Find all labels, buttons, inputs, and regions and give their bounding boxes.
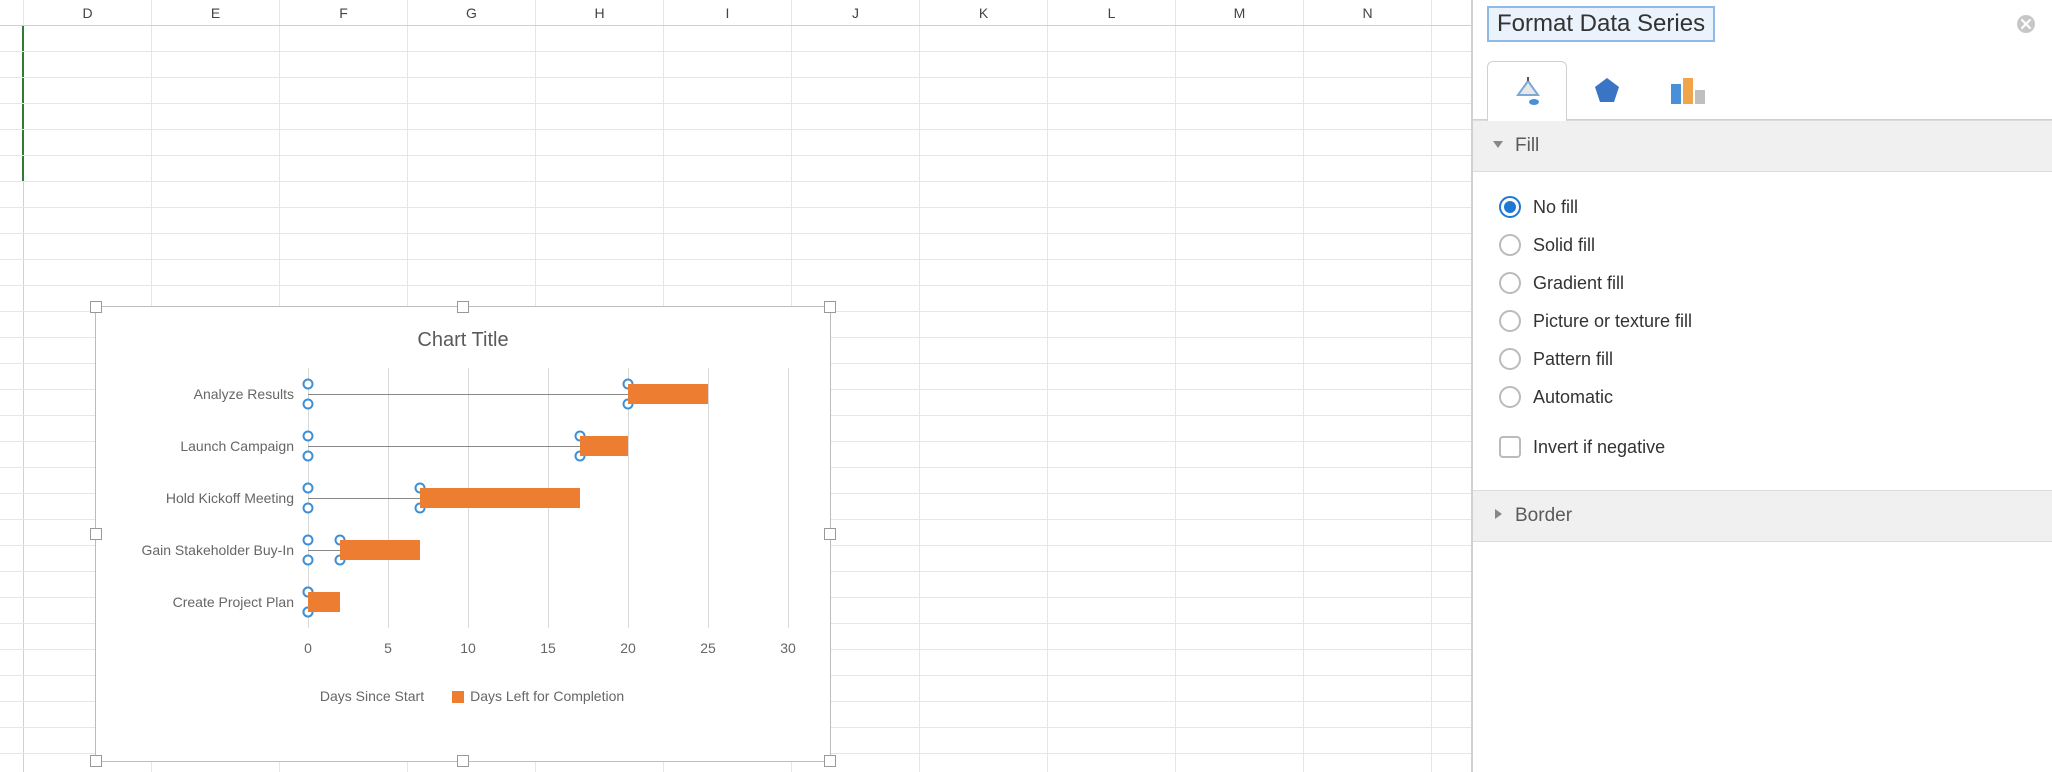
selection-point[interactable] xyxy=(303,483,314,494)
x-tick: 30 xyxy=(780,640,796,656)
fill-option[interactable]: Solid fill xyxy=(1499,226,2026,264)
col-header-L[interactable]: L xyxy=(1048,0,1176,25)
close-icon[interactable] xyxy=(2014,12,2038,36)
format-pane-header: Format Data Series xyxy=(1473,0,2052,54)
section-fill-header[interactable]: Fill xyxy=(1473,120,2052,172)
radio-icon xyxy=(1499,310,1521,332)
selection-point[interactable] xyxy=(303,399,314,410)
section-fill-label: Fill xyxy=(1515,135,1539,157)
fill-option-label: No fill xyxy=(1533,197,1578,218)
radio-icon xyxy=(1499,386,1521,408)
format-pane-title[interactable]: Format Data Series xyxy=(1487,6,1715,42)
y-axis-label: Hold Kickoff Meeting xyxy=(166,490,294,506)
fill-option[interactable]: Pattern fill xyxy=(1499,340,2026,378)
bar-segment[interactable] xyxy=(308,540,340,560)
x-tick: 15 xyxy=(540,640,556,656)
legend-swatch xyxy=(302,691,314,703)
col-header-K[interactable]: K xyxy=(920,0,1048,25)
legend-item[interactable]: Days Left for Completion xyxy=(452,688,624,704)
legend-label: Days Left for Completion xyxy=(470,688,624,704)
chart-object[interactable]: Chart Title 0 5 10 15 20 25 30 Analyze Results L… xyxy=(95,306,831,762)
radio-icon xyxy=(1499,234,1521,256)
resize-handle-bm[interactable] xyxy=(457,755,469,767)
y-axis-label: Create Project Plan xyxy=(173,594,294,610)
col-header-edge[interactable] xyxy=(0,0,24,25)
selection-point[interactable] xyxy=(303,451,314,462)
selection-point[interactable] xyxy=(303,555,314,566)
radio-icon xyxy=(1499,348,1521,370)
legend-label: Days Since Start xyxy=(320,688,424,704)
resize-handle-tm[interactable] xyxy=(457,301,469,313)
bar-segment[interactable] xyxy=(580,436,628,456)
spreadsheet-area[interactable]: DEFGHIJKLMN Chart Title 0 5 10 15 20 25 30 Anal… xyxy=(0,0,1472,772)
fill-option[interactable]: Picture or texture fill xyxy=(1499,302,2026,340)
x-tick: 10 xyxy=(460,640,476,656)
resize-handle-tl[interactable] xyxy=(90,301,102,313)
column-headers: DEFGHIJKLMN xyxy=(0,0,1471,26)
radio-icon xyxy=(1499,196,1521,218)
col-header-G[interactable]: G xyxy=(408,0,536,25)
resize-handle-ml[interactable] xyxy=(90,528,102,540)
resize-handle-br[interactable] xyxy=(824,755,836,767)
x-tick: 25 xyxy=(700,640,716,656)
col-header-D[interactable]: D xyxy=(24,0,152,25)
col-header-H[interactable]: H xyxy=(536,0,664,25)
chart-legend[interactable]: Days Since Start Days Left for Completion xyxy=(108,668,818,704)
bar-segment[interactable] xyxy=(308,436,580,456)
invert-if-negative[interactable]: Invert if negative xyxy=(1499,428,2026,466)
bar-segment[interactable] xyxy=(628,384,708,404)
bar-segment[interactable] xyxy=(340,540,420,560)
resize-handle-tr[interactable] xyxy=(824,301,836,313)
bar-segment[interactable] xyxy=(420,488,580,508)
col-header-E[interactable]: E xyxy=(152,0,280,25)
section-border-header[interactable]: Border xyxy=(1473,490,2052,542)
invert-label: Invert if negative xyxy=(1533,437,1665,458)
x-tick: 0 xyxy=(304,640,312,656)
col-header-J[interactable]: J xyxy=(792,0,920,25)
chart-inner: Chart Title 0 5 10 15 20 25 30 Analyze Results L… xyxy=(108,319,818,749)
format-pane: Format Data Series Fill No fill Solid fil… xyxy=(1472,0,2052,772)
bar-segment[interactable] xyxy=(308,488,420,508)
y-axis-label: Analyze Results xyxy=(194,386,294,402)
col-header-M[interactable]: M xyxy=(1176,0,1304,25)
tab-series-options-icon[interactable] xyxy=(1647,60,1727,120)
y-axis-label: Gain Stakeholder Buy-In xyxy=(141,542,294,558)
triangle-down-icon xyxy=(1491,135,1505,157)
tab-effects-icon[interactable] xyxy=(1567,60,1647,120)
fill-option[interactable]: No fill xyxy=(1499,188,2026,226)
fill-option-label: Pattern fill xyxy=(1533,349,1613,370)
x-tick: 20 xyxy=(620,640,636,656)
format-pane-tabs xyxy=(1473,54,2052,120)
fill-option[interactable]: Automatic xyxy=(1499,378,2026,416)
checkbox-icon xyxy=(1499,436,1521,458)
triangle-right-icon xyxy=(1491,505,1505,527)
col-header-F[interactable]: F xyxy=(280,0,408,25)
y-axis-label: Launch Campaign xyxy=(180,438,294,454)
bar-segment[interactable] xyxy=(308,592,340,612)
selection-point[interactable] xyxy=(303,535,314,546)
resize-handle-mr[interactable] xyxy=(824,528,836,540)
col-header-I[interactable]: I xyxy=(664,0,792,25)
fill-option[interactable]: Gradient fill xyxy=(1499,264,2026,302)
selection-point[interactable] xyxy=(303,379,314,390)
legend-item[interactable]: Days Since Start xyxy=(302,688,424,704)
chart-title[interactable]: Chart Title xyxy=(108,319,818,368)
fill-option-label: Automatic xyxy=(1533,387,1613,408)
col-header-N[interactable]: N xyxy=(1304,0,1432,25)
tab-fill-line-icon[interactable] xyxy=(1487,61,1567,121)
selection-point[interactable] xyxy=(303,503,314,514)
plot-area[interactable]: 051015202530Analyze ResultsLaunch Campai… xyxy=(308,368,794,668)
bar-segment[interactable] xyxy=(308,384,628,404)
fill-option-label: Solid fill xyxy=(1533,235,1595,256)
resize-handle-bl[interactable] xyxy=(90,755,102,767)
fill-option-label: Gradient fill xyxy=(1533,273,1624,294)
section-fill-body: No fill Solid fill Gradient fill Picture or… xyxy=(1473,172,2052,490)
fill-option-label: Picture or texture fill xyxy=(1533,311,1692,332)
radio-icon xyxy=(1499,272,1521,294)
legend-swatch xyxy=(452,691,464,703)
selection-point[interactable] xyxy=(303,431,314,442)
section-border-label: Border xyxy=(1515,505,1572,527)
x-tick: 5 xyxy=(384,640,392,656)
